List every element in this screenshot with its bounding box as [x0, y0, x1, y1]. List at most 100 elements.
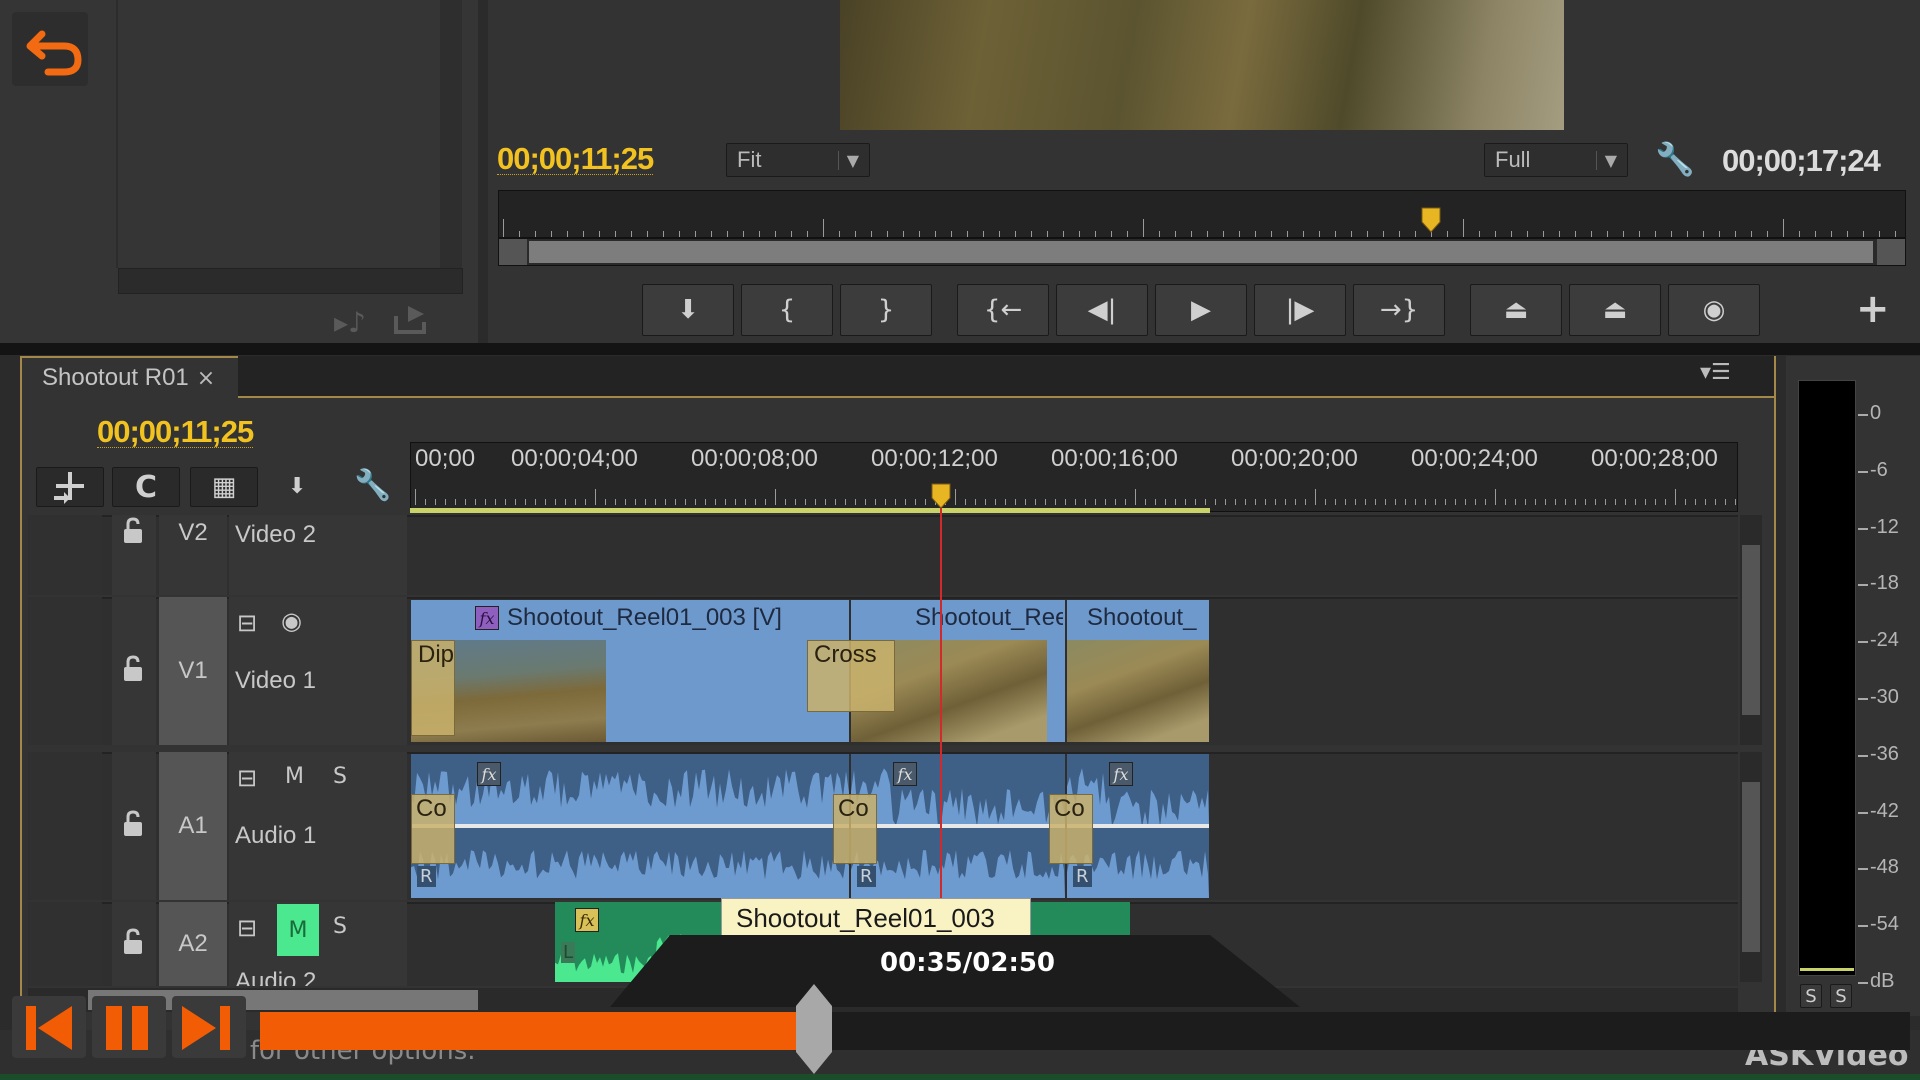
program-zoom-scrollbar[interactable] — [498, 238, 1906, 266]
step-back-button[interactable]: ◀| — [1056, 284, 1148, 336]
timeline-tab[interactable]: Shootout R01 × — [22, 358, 238, 398]
player-progress-handle[interactable] — [794, 984, 834, 1074]
extract-icon: ⏏ — [1602, 295, 1628, 325]
track-target-cell[interactable] — [28, 902, 102, 986]
linked-selection-button[interactable]: ▦ — [190, 467, 258, 507]
transition-cross[interactable]: Cross — [807, 640, 895, 712]
ruler-tick — [635, 499, 636, 505]
lock-icon[interactable] — [112, 902, 156, 986]
timeline-time-ruler[interactable]: 00;00 00;00;04;00 00;00;08;00 00;00;12;00 00… — [410, 442, 1738, 512]
solo-button[interactable]: S — [333, 914, 347, 939]
toggle-sync-lock-icon[interactable]: ⊟ — [237, 914, 257, 942]
track-id-a2[interactable]: A2 — [159, 902, 227, 986]
solo-left-button[interactable]: S — [1800, 984, 1822, 1008]
audio-clip-a1[interactable]: fx R — [411, 754, 849, 898]
scrollbar-left-handle[interactable] — [499, 239, 527, 265]
ruler-tick — [1675, 489, 1676, 505]
mark-out-button[interactable]: } — [840, 284, 932, 336]
track-target-cell[interactable] — [28, 597, 102, 745]
lock-icon[interactable] — [112, 515, 156, 595]
timeline-vscroll[interactable] — [1740, 515, 1762, 745]
audio-transition[interactable]: Co — [1049, 794, 1093, 864]
ruler-tick — [745, 499, 746, 505]
track-target-cell[interactable] — [28, 752, 102, 900]
ruler-tick — [1703, 231, 1704, 237]
snap-button[interactable]: C — [112, 467, 180, 507]
ruler-tick — [1295, 499, 1296, 505]
next-button[interactable] — [172, 996, 246, 1058]
step-forward-button[interactable]: |▶ — [1254, 284, 1346, 336]
work-area-bar[interactable] — [410, 508, 1210, 513]
transition-dip[interactable]: Dip — [411, 640, 455, 736]
video-clip[interactable]: fx Shootout_Reel01_003 [V] Dip — [411, 600, 849, 742]
close-icon[interactable]: × — [197, 366, 215, 391]
go-to-in-button[interactable]: {← — [957, 284, 1049, 336]
project-panel-scrollbar[interactable] — [440, 0, 462, 268]
zoom-select[interactable]: Fit ▼ — [726, 143, 870, 177]
video-clip[interactable]: Shootout_ — [1067, 600, 1209, 742]
track-target-cell[interactable] — [28, 515, 102, 595]
play-button[interactable]: ▶ — [1155, 284, 1247, 336]
track-id-v1[interactable]: V1 — [159, 597, 227, 745]
settings-wrench-icon[interactable]: 🔧 — [1655, 140, 1695, 178]
ruler-label: 00;00;12;00 — [871, 445, 998, 472]
ruler-tick — [1831, 231, 1832, 237]
timeline-current-timecode[interactable]: 00;00;11;25 — [97, 416, 254, 448]
mute-button[interactable]: M — [285, 764, 304, 789]
track-id-a1[interactable]: A1 — [159, 752, 227, 900]
export-frame-button[interactable]: ◉ — [1668, 284, 1760, 336]
lock-icon[interactable] — [112, 752, 156, 900]
ruler-tick — [1445, 499, 1446, 505]
project-panel-hscroll[interactable] — [118, 268, 463, 294]
track-id-v2[interactable]: V2 — [159, 515, 227, 595]
ruler-tick — [1159, 231, 1160, 237]
audio-clip-a1[interactable]: fx R — [851, 754, 1065, 898]
solo-button[interactable]: S — [333, 764, 347, 789]
scrollbar-right-handle[interactable] — [1877, 239, 1905, 265]
program-time-ruler[interactable] — [498, 190, 1906, 238]
insert-audio-icon[interactable]: ▸♪ — [334, 306, 366, 339]
ruler-tick — [1207, 231, 1208, 237]
ruler-tick — [967, 231, 968, 237]
panel-menu-icon[interactable]: ▾☰ — [1700, 360, 1731, 385]
ruler-tick — [1375, 499, 1376, 505]
ruler-tick — [1879, 231, 1880, 237]
solo-right-button[interactable]: S — [1830, 984, 1852, 1008]
timeline-settings-wrench-icon[interactable]: 🔧 — [354, 468, 391, 503]
toggle-sync-lock-icon[interactable]: ⊟ — [237, 764, 257, 792]
eye-icon[interactable]: ◉ — [281, 607, 302, 635]
timeline-vscroll-audio[interactable] — [1740, 752, 1762, 982]
scrollbar-thumb[interactable] — [529, 241, 1873, 263]
player-progress-track[interactable] — [260, 1012, 1910, 1050]
audio-transition[interactable]: Co — [833, 794, 877, 864]
mark-in-button[interactable]: { — [741, 284, 833, 336]
ruler-tick — [1079, 231, 1080, 237]
program-playhead[interactable] — [1420, 206, 1442, 234]
ruler-tick — [955, 489, 956, 505]
ruler-tick — [455, 499, 456, 505]
resolution-select[interactable]: Full ▼ — [1484, 143, 1628, 177]
ruler-tick — [1735, 499, 1736, 505]
program-current-timecode[interactable]: 00;00;11;25 — [497, 143, 654, 175]
pause-button[interactable] — [92, 996, 166, 1058]
timeline-playhead[interactable] — [930, 482, 952, 510]
snap-insert-button[interactable] — [36, 467, 104, 507]
ruler-tick — [825, 499, 826, 505]
export-icon[interactable] — [392, 302, 428, 336]
audio-transition[interactable]: Co — [411, 794, 455, 864]
project-panel-divider — [116, 0, 118, 268]
go-to-out-button[interactable]: →} — [1353, 284, 1445, 336]
toggle-sync-lock-icon[interactable]: ⊟ — [237, 609, 257, 637]
mute-button-active[interactable]: M — [277, 904, 319, 956]
prev-button[interactable] — [12, 996, 86, 1058]
back-button[interactable] — [12, 12, 88, 86]
track-id-label: A2 — [178, 930, 208, 957]
add-marker-icon[interactable]: ⬇ — [288, 474, 306, 499]
lift-button[interactable]: ⏏ — [1470, 284, 1562, 336]
extract-button[interactable]: ⏏ — [1569, 284, 1661, 336]
add-marker-button[interactable]: ⬇ — [642, 284, 734, 336]
ruler-tick — [615, 499, 616, 505]
fx-badge: fx — [477, 762, 501, 786]
add-button[interactable]: + — [1856, 286, 1890, 332]
lock-icon[interactable] — [112, 597, 156, 745]
